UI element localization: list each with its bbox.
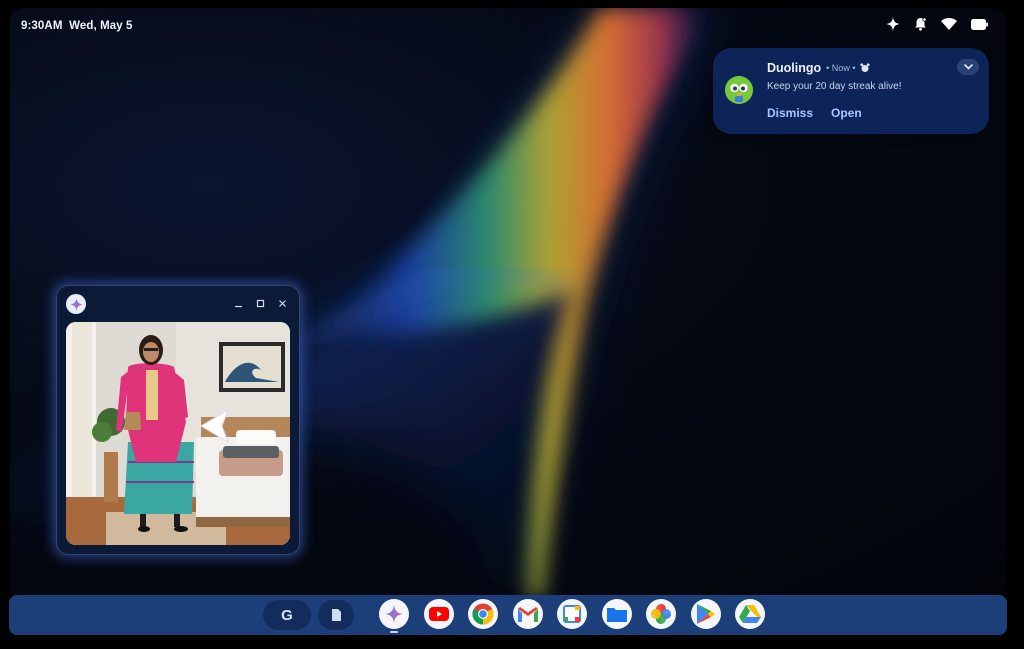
shelf-app-chrome[interactable] bbox=[468, 599, 498, 629]
notification-meta: • Now • bbox=[826, 63, 856, 73]
document-icon bbox=[331, 609, 341, 621]
wifi-icon[interactable] bbox=[941, 18, 957, 30]
shelf: G bbox=[9, 595, 1007, 635]
clock[interactable]: 9:30AM Wed, May 5 bbox=[21, 20, 133, 32]
minimize-button[interactable] bbox=[232, 297, 244, 309]
files-icon bbox=[606, 608, 627, 622]
status-tray[interactable] bbox=[886, 17, 988, 31]
sparkle-icon[interactable] bbox=[886, 17, 900, 31]
cursor-icon bbox=[200, 408, 229, 444]
shelf-app-gemini[interactable] bbox=[379, 599, 409, 633]
photos-icon bbox=[651, 604, 671, 624]
shelf-app-files[interactable] bbox=[601, 599, 632, 629]
maximize-icon bbox=[256, 299, 264, 307]
dismiss-button[interactable]: Dismiss bbox=[767, 106, 813, 120]
status-time: 9:30AM bbox=[21, 20, 63, 32]
status-date: Wed, May 5 bbox=[69, 20, 133, 32]
close-button[interactable] bbox=[276, 297, 288, 309]
open-button[interactable]: Open bbox=[831, 106, 862, 120]
duolingo-icon bbox=[725, 76, 753, 104]
gemini-icon bbox=[385, 605, 403, 623]
shelf-app-calendar[interactable] bbox=[557, 599, 587, 629]
gemini-app-window[interactable] bbox=[56, 285, 300, 555]
drive-icon bbox=[739, 604, 761, 623]
maximize-button[interactable] bbox=[254, 297, 266, 309]
launcher-button[interactable]: G bbox=[263, 600, 311, 630]
launcher-label: G bbox=[281, 606, 293, 624]
minimize-icon bbox=[234, 305, 242, 307]
chrome-icon bbox=[472, 603, 494, 625]
battery-icon[interactable] bbox=[971, 18, 988, 30]
active-indicator bbox=[390, 631, 398, 633]
calendar-icon bbox=[563, 605, 581, 623]
shelf-app-drive[interactable] bbox=[735, 599, 765, 629]
status-bar: 9:30AM Wed, May 5 bbox=[0, 0, 1024, 40]
notification-message: Keep your 20 day streak alive! bbox=[767, 81, 902, 92]
close-icon bbox=[278, 299, 286, 307]
notification-bell-icon[interactable] bbox=[914, 17, 927, 31]
photo-woman-pink-blazer-bedroom bbox=[66, 322, 290, 545]
shelf-app-gmail[interactable] bbox=[512, 599, 543, 629]
youtube-icon bbox=[428, 607, 449, 621]
expand-button[interactable] bbox=[957, 59, 979, 75]
gmail-icon bbox=[517, 606, 538, 622]
shelf-app-photos[interactable] bbox=[646, 599, 676, 629]
gemini-icon bbox=[66, 294, 86, 314]
chevron-down-icon bbox=[963, 64, 973, 70]
notification-app-name: Duolingo bbox=[767, 61, 822, 75]
shelf-app-youtube[interactable] bbox=[423, 599, 454, 629]
overview-button[interactable] bbox=[318, 600, 354, 630]
alarm-icon bbox=[860, 63, 871, 72]
play-store-icon bbox=[696, 604, 715, 624]
duolingo-notification[interactable]: Duolingo • Now • Keep your 20 day streak… bbox=[713, 48, 989, 134]
shelf-app-play-store[interactable] bbox=[690, 599, 721, 629]
